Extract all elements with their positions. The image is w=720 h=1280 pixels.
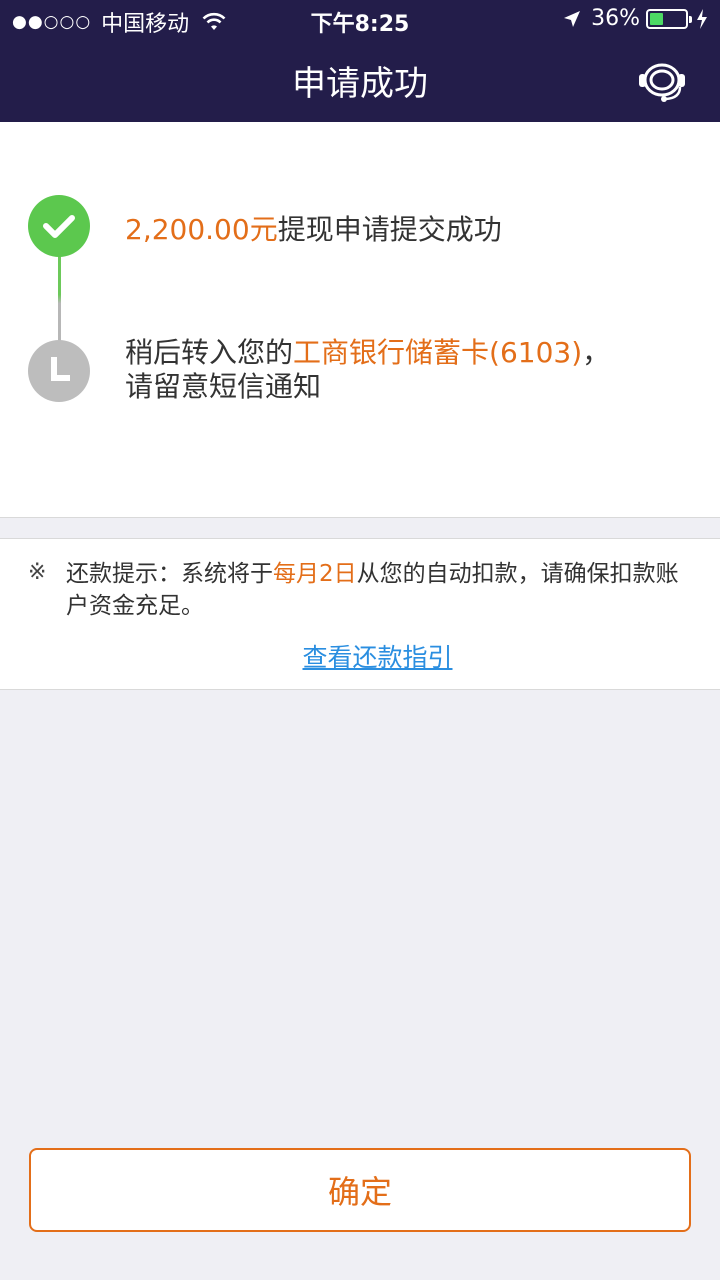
transfer-prefix: 稍后转入您的 — [125, 336, 294, 369]
repayment-notice: 还款提示：系统将于每月2日从您的自动扣款，请确保扣款账户资金充足。 — [66, 558, 696, 622]
repayment-guide-link[interactable]: 查看还款指引 — [0, 638, 720, 674]
headset-icon[interactable] — [636, 58, 688, 104]
step-transfer-text: 稍后转入您的工商银行储蓄卡(6103)， 请留意短信通知 — [125, 336, 610, 404]
check-icon — [43, 215, 75, 238]
withdraw-amount: 2,200.00元 — [125, 213, 278, 246]
bank-card: 工商银行储蓄卡(6103) — [293, 336, 583, 369]
step-submitted-text: 2,200.00元提现申请提交成功 — [125, 208, 502, 248]
battery-percent: 36% — [591, 6, 640, 31]
transfer-suffix: ， — [582, 336, 611, 369]
step-pending-indicator — [28, 340, 90, 402]
step-done-indicator — [28, 195, 90, 257]
notice-mark: ※ — [28, 560, 47, 585]
clock-icon — [51, 357, 70, 381]
confirm-button[interactable]: 确定 — [29, 1148, 691, 1232]
location-arrow-icon — [564, 10, 581, 27]
status-bar: ●●○○○ 中国移动 下午8:25 36% — [0, 0, 720, 40]
progress-connector — [58, 256, 61, 342]
page-title: 申请成功 — [292, 64, 428, 104]
repayment-date: 每月2日 — [273, 561, 357, 587]
notice-prefix: 还款提示：系统将于 — [66, 561, 273, 587]
progress-card — [0, 122, 720, 518]
battery-icon — [646, 8, 692, 29]
sms-notice: 请留意短信通知 — [125, 370, 322, 403]
top-bar: ●●○○○ 中国移动 下午8:25 36% 申请成功 — [0, 0, 720, 122]
charging-bolt-icon — [697, 8, 707, 29]
step-submitted-label: 提现申请提交成功 — [277, 213, 502, 246]
status-right: 36% — [563, 6, 708, 31]
